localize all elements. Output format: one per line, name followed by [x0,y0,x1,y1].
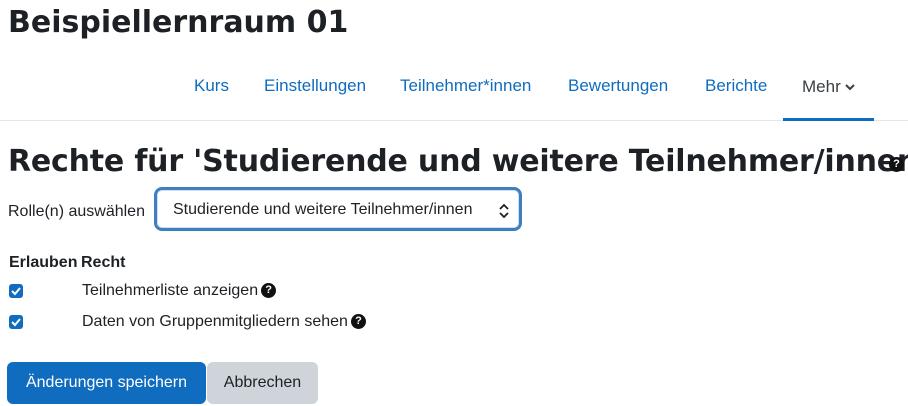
role-select-value: Studierende und weitere Teilnehmer/innen [173,201,473,218]
select-arrows-icon [499,203,509,223]
allow-checkbox[interactable] [9,284,23,298]
role-select-label: Rolle(n) auswählen [8,203,145,220]
nav-more-label: Mehr [802,77,841,96]
capability-row: Teilnehmerliste anzeigen? [82,281,277,301]
active-tab-indicator [783,118,874,121]
nav-tab-mehr[interactable]: Mehr [783,62,874,121]
allow-checkbox[interactable] [9,315,23,329]
role-select[interactable]: Studierende und weitere Teilnehmer/innen [154,187,522,231]
nav-tab-bewertungen[interactable]: Bewertungen [568,62,668,120]
checkmark-icon [11,318,21,327]
checkmark-icon [11,287,21,296]
secondary-navigation: Kurs Einstellungen Teilnehmer*innen Bewe… [0,62,908,121]
nav-tab-kurs[interactable]: Kurs [194,62,229,120]
help-icon[interactable]: ? [350,314,366,330]
help-icon[interactable]: ? [889,157,904,172]
page-heading: Rechte für 'Studierende und weitere Teil… [8,144,908,179]
column-header-capability: Recht [81,254,126,271]
chevron-down-icon [845,62,855,110]
column-header-allow: Erlauben [9,254,78,271]
nav-tab-teilnehmer[interactable]: Teilnehmer*innen [400,62,531,120]
capability-label: Teilnehmerliste anzeigen [82,282,259,299]
nav-tab-einstellungen[interactable]: Einstellungen [264,62,366,120]
capability-label: Daten von Gruppenmitgliedern sehen [82,313,348,330]
nav-tab-berichte[interactable]: Berichte [705,62,767,120]
help-icon[interactable]: ? [261,283,277,299]
course-title: Beispiellernraum 01 [8,5,349,40]
save-button[interactable]: Änderungen speichern [7,362,206,404]
cancel-button[interactable]: Abbrechen [207,362,318,404]
capability-row: Daten von Gruppenmitgliedern sehen? [82,312,366,332]
